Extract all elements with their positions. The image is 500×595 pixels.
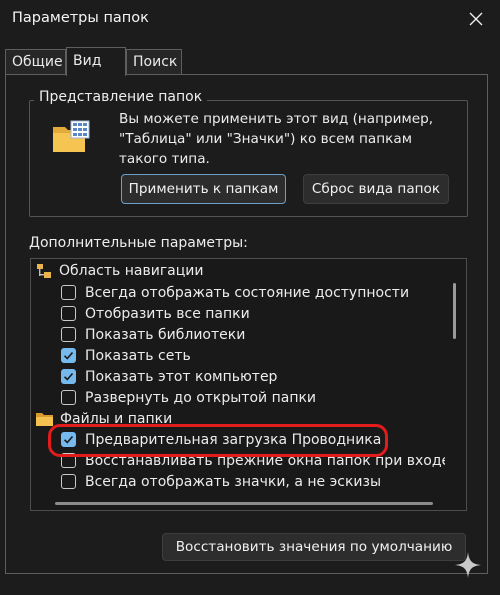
option-label: Показать сеть [85,347,191,364]
option-expand-to-open-folder[interactable]: Развернуть до открытой папки [61,387,316,408]
option-show-network[interactable]: Показать сеть [61,345,191,366]
category-navigation-pane: Область навигации [36,260,203,281]
option-label: Всегда отображать значки, а не эскизы [85,473,381,490]
checkbox[interactable] [61,369,76,384]
option-show-this-pc[interactable]: Показать этот компьютер [61,366,277,387]
close-button[interactable] [462,6,490,32]
tab-strip: Общие Вид Поиск [5,47,495,76]
reset-folders-button[interactable]: Сброс вида папок [303,174,449,204]
category-label: Область навигации [59,262,204,279]
option-label: Всегда отображать состояние доступности [85,284,410,301]
highlight-annotation [48,424,388,457]
checkbox[interactable] [61,327,76,342]
checkbox[interactable] [61,390,76,405]
folder-grid-icon [51,119,91,159]
checkbox[interactable] [61,474,76,489]
restore-defaults-button[interactable]: Восстановить значения по умолчанию [162,533,466,561]
checkbox[interactable] [61,285,76,300]
option-label: Показать библиотеки [85,326,246,343]
folder-views-description: Вы можете применить этот вид (например, … [119,111,434,167]
option-label: Показать этот компьютер [85,368,278,385]
window-title: Параметры папок [12,10,149,26]
option-show-libraries[interactable]: Показать библиотеки [61,324,245,345]
checkbox[interactable] [61,348,76,363]
advanced-settings-label: Дополнительные параметры: [29,235,248,251]
tab-general[interactable]: Общие [5,49,66,75]
tab-search[interactable]: Поиск [126,49,182,75]
tab-view[interactable]: Вид [66,47,126,76]
folder-icon [36,412,53,426]
title-bar: Параметры папок [0,0,500,40]
checkbox[interactable] [61,306,76,321]
option-show-all-folders[interactable]: Отобразить все папки [61,303,250,324]
vertical-scrollbar[interactable] [453,283,456,339]
option-label: Развернуть до открытой папки [85,389,317,406]
apply-to-folders-button[interactable]: Применить к папкам [121,174,286,204]
option-always-show-icons[interactable]: Всегда отображать значки, а не эскизы [61,471,381,492]
checkmark-icon [63,372,74,381]
checkmark-icon [63,351,74,360]
folder-views-title: Представление папок [34,89,208,105]
close-icon [469,12,483,26]
option-label: Отобразить все папки [85,305,250,322]
option-always-show-availability[interactable]: Всегда отображать состояние доступности [61,282,409,303]
horizontal-scrollbar[interactable] [55,502,433,505]
sparkle-icon [454,551,482,583]
navigation-pane-icon [36,263,52,279]
